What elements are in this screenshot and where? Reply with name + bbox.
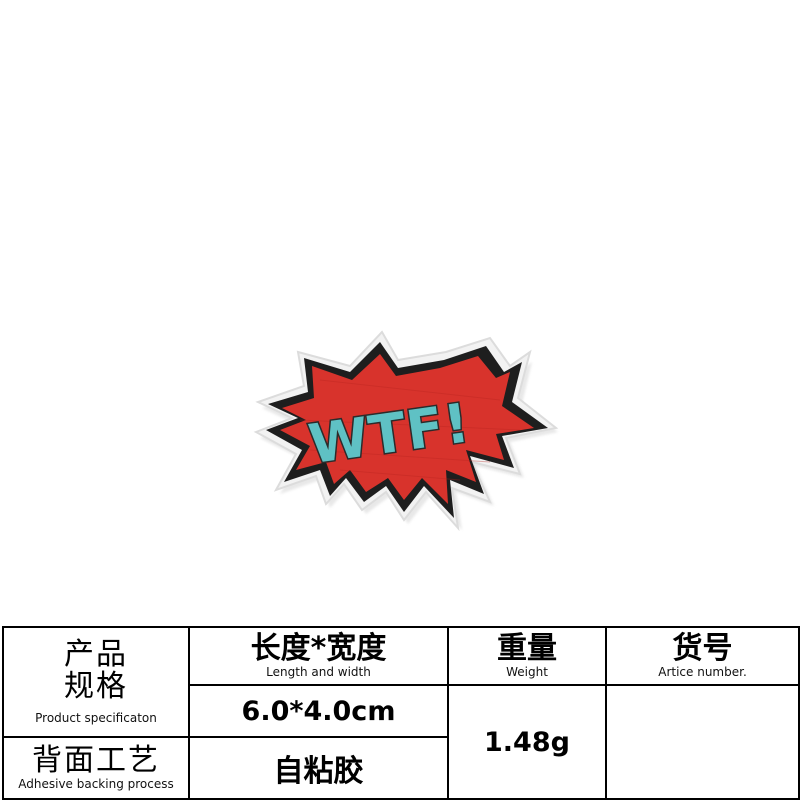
size-value-cell: 6.0*4.0cm <box>188 684 449 738</box>
size-value: 6.0*4.0cm <box>241 695 396 727</box>
backing-label-en: Adhesive backing process <box>18 777 174 791</box>
size-header-cell: 长度*宽度 Length and width <box>188 626 449 686</box>
backing-value-cell: 自粘胶 <box>188 736 449 800</box>
article-value-cell <box>605 684 800 800</box>
weight-header-cell: 重量 Weight <box>447 626 607 686</box>
spec-label-en: Product specificaton <box>35 711 157 725</box>
weight-value-cell: 1.48g <box>447 684 607 800</box>
weight-value: 1.48g <box>484 726 570 758</box>
backing-value: 自粘胶 <box>273 754 364 789</box>
article-header-en: Artice number. <box>658 665 747 679</box>
spec-label-zh-1: 产品 <box>64 637 128 672</box>
article-header-zh: 货号 <box>672 631 733 666</box>
size-header-zh: 长度*宽度 <box>250 631 387 666</box>
backing-label-cell: 背面工艺 Adhesive backing process <box>2 736 190 800</box>
spec-label-cell: 产品 规格 Product specificaton <box>2 626 190 738</box>
spec-table: 产品 规格 Product specificaton 长度*宽度 Length … <box>2 626 800 800</box>
size-header-en: Length and width <box>266 665 371 679</box>
article-header-cell: 货号 Artice number. <box>605 626 800 686</box>
patch-image: WTF! <box>253 330 559 532</box>
spec-label-zh-2: 规格 <box>64 669 128 704</box>
backing-label-zh: 背面工艺 <box>32 743 160 778</box>
weight-header-en: Weight <box>506 665 548 679</box>
weight-header-zh: 重量 <box>497 631 557 666</box>
product-photo: WTF! <box>0 0 800 625</box>
